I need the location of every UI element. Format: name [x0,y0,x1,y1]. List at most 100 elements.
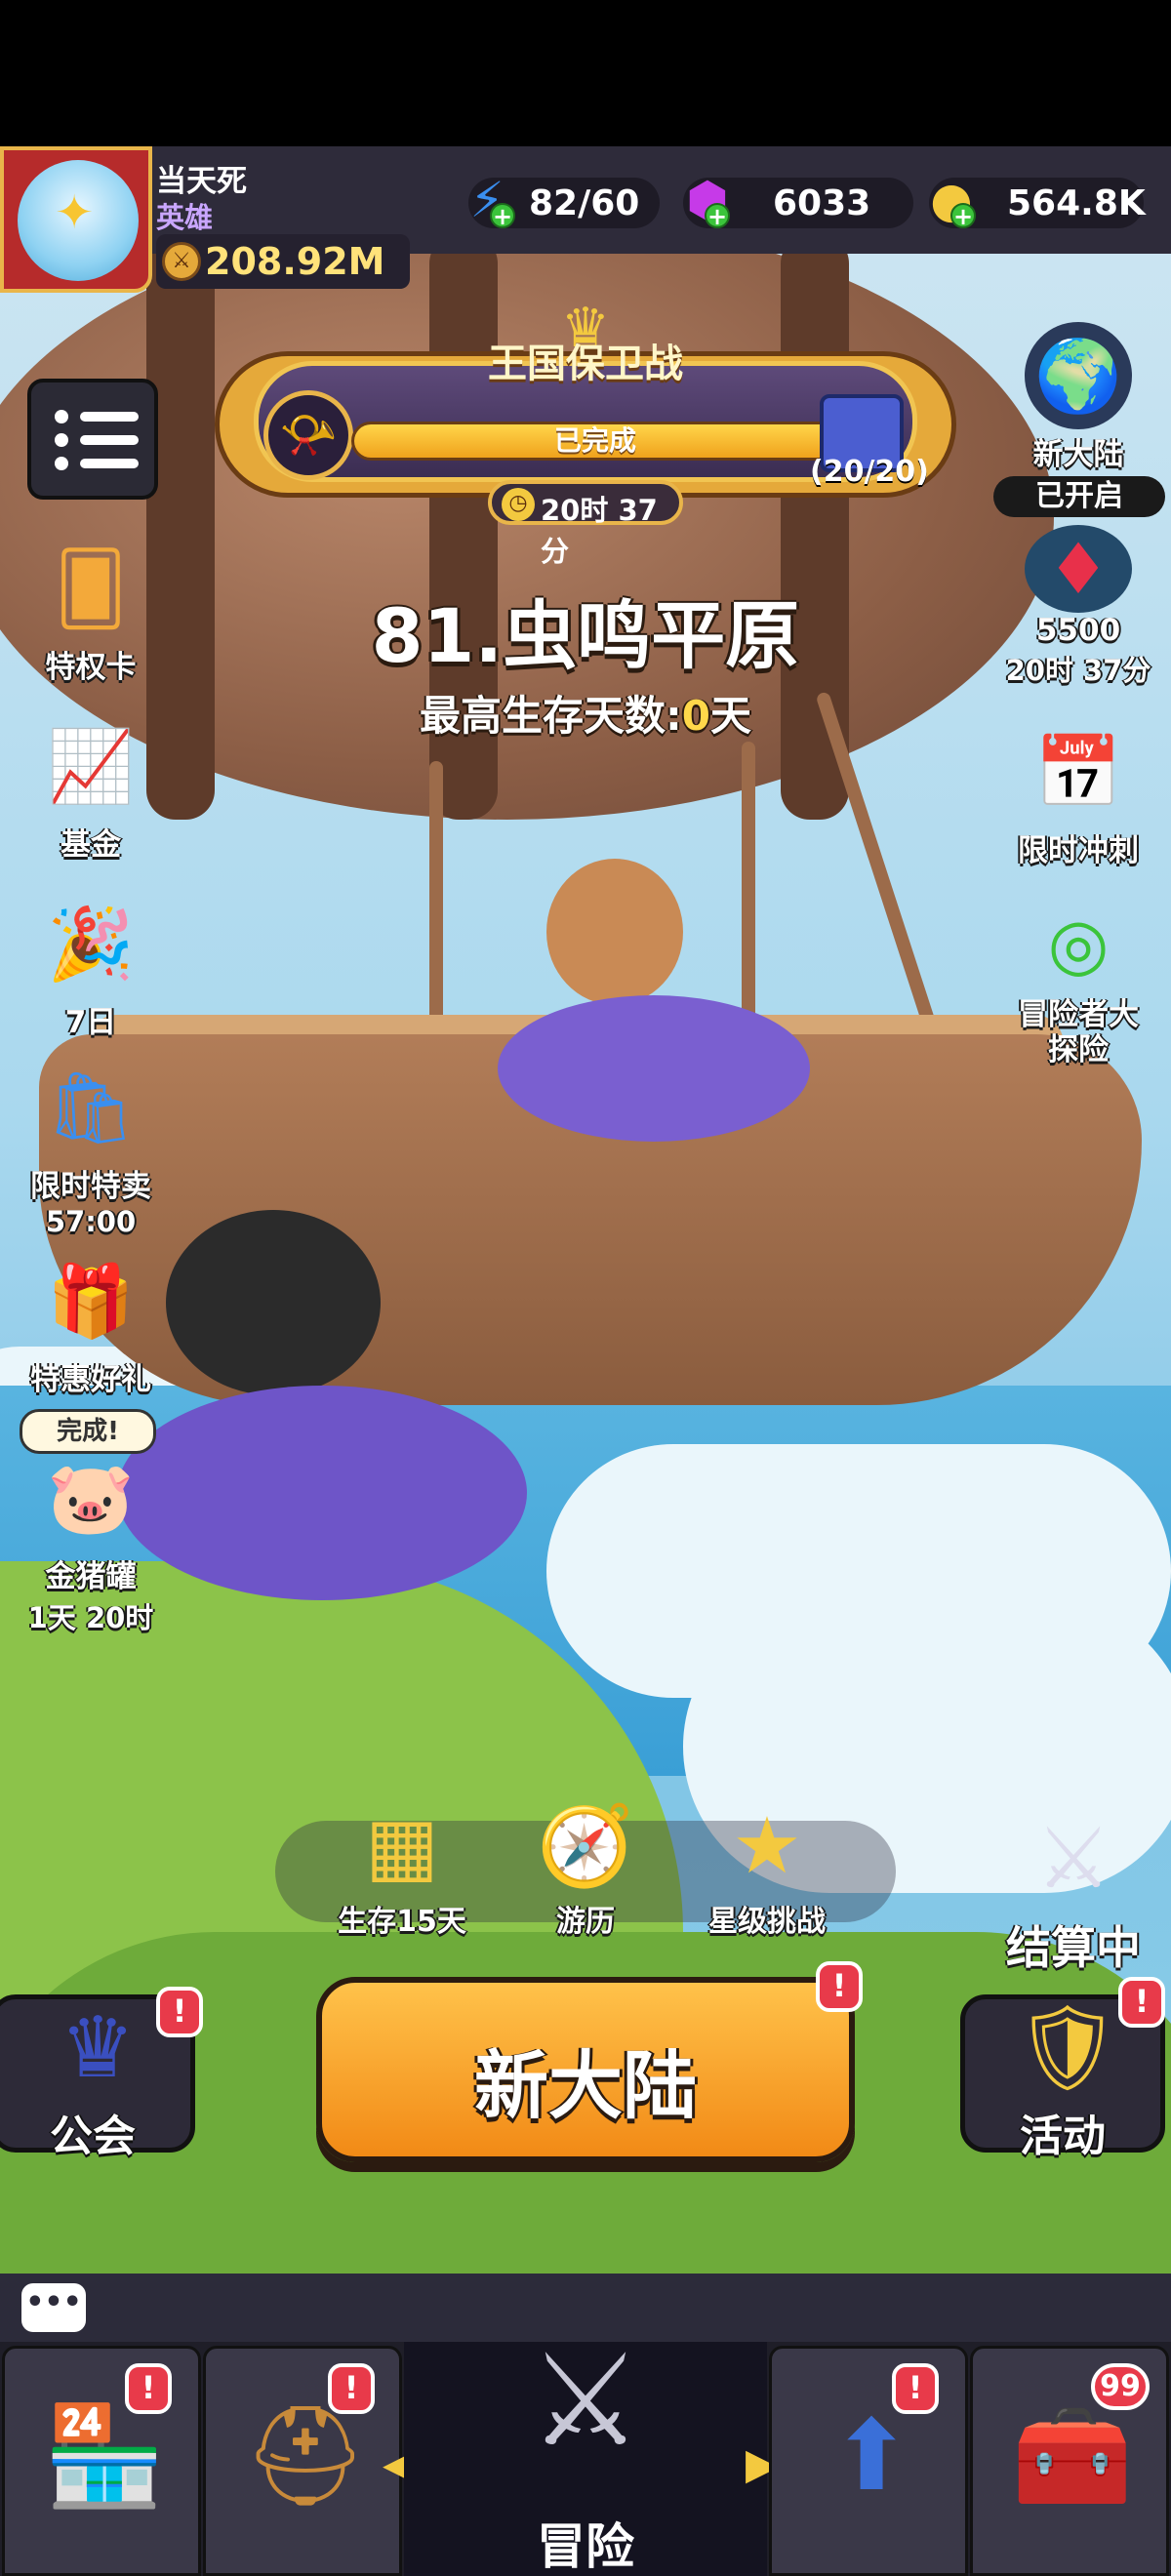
survive-days-value: 0 [681,692,710,740]
crystal-reward-button[interactable]: ♦ 5500 20时 37分 [1005,525,1151,689]
sale-box-icon: 🛍 [46,1067,136,1148]
travel-button[interactable]: 🧭 游历 [498,1795,673,1940]
shield-crown-icon: 🛡 [1014,1999,1121,2097]
limited-sprint-label: 限时冲刺 [1018,833,1139,868]
hero-alert-badge: ! [328,2363,375,2414]
globe-icon: 🌍 [1025,322,1132,429]
gold-pig-label: 金猪罐 [45,1559,137,1594]
crossed-swords-icon: ⚔ [1035,1810,1111,1908]
power-display: ⚔ 208.92M [156,234,410,289]
compass-icon: 🧭 [537,1800,634,1891]
stopwatch-icon: ◷ [502,488,535,521]
event-timer-text: 20时 37分 [541,494,658,568]
gem-resource[interactable]: ⬢ + 6033 [683,172,913,228]
guild-alert-badge: ! [156,1987,203,2037]
add-gold-icon[interactable]: + [950,203,976,228]
crossed-swords-icon: ⚔ [528,2326,643,2475]
activity-label: 活动 [1020,2112,1106,2161]
player-avatar-frame[interactable]: ✦ [0,146,152,293]
chest-icon: ▦ [365,1800,439,1891]
chart-up-icon: 📈 [47,725,135,807]
purple-dragon-mount [117,1386,527,1600]
event-title: 王国保卫战 [488,342,683,386]
stage-name: 81.虫鸣平原 [371,592,800,679]
event-progress-count: (20/20) [810,455,929,489]
limited-sale-timer: 57:00 [45,1205,137,1238]
survive-prefix: 最高生存天数: [419,692,682,740]
menu-button[interactable] [27,379,158,500]
crystal-icon: ♦ [1025,525,1132,613]
player-title: 英雄 [156,201,214,234]
gold-pig-timer: 1天 20时 [27,1601,154,1634]
limited-sprint-button[interactable]: 📅 限时冲刺 [1005,718,1151,869]
seven-day-button[interactable]: 🎉 7日 [18,890,164,1041]
gold-value: 564.8K [1007,183,1146,223]
new-continent-icon-button[interactable]: 🌍 新大陆 [1005,322,1151,473]
guild-crown-icon: ♛ [60,1999,136,2097]
travel-label: 游历 [556,1905,615,1939]
piggy-bank-icon: 🐷 [47,1457,135,1539]
survive-15-days-button[interactable]: ▦ 生存15天 [314,1795,490,1940]
adventurer-explore-button[interactable]: ◎ 冒险者大探险 [1005,890,1151,1067]
new-continent-label: 新大陆 [1032,437,1124,472]
opened-badge: 已开启 [993,476,1165,517]
special-gift-label: 特惠好礼 [30,1362,151,1397]
complete-tag: 完成! [20,1409,156,1454]
best-survival-days: 最高生存天数:0天 [0,683,1171,743]
star-icon: ★ [732,1800,802,1891]
crystal-timer: 20时 37分 [1005,654,1151,687]
settling-label: 结算中 [1006,1921,1141,1974]
adventurer-explore-label: 冒险者大探险 [1018,997,1139,1067]
chat-bubble-icon[interactable]: ••• [21,2283,86,2332]
gift-icon: 🎁 [47,1260,135,1342]
privilege-card-button[interactable]: 🂠 特权卡 [18,535,164,686]
nav-tab-adventure[interactable]: ⚔ 冒险 [404,2326,767,2576]
energy-resource[interactable]: ⚡ + 82/60 [468,172,660,228]
upgrade-alert-badge: ! [892,2363,939,2414]
seven-day-label: 7日 [64,1005,117,1040]
star-icon: ✦ [55,185,95,240]
kingdom-defense-event[interactable]: ♛ 王国保卫战 📯 已完成 (20/20) ◷ 20时 37分 [215,302,956,568]
purple-dragon-mount [498,995,810,1142]
add-gems-icon[interactable]: + [705,203,730,228]
event-progress-bar: 已完成 [351,422,839,461]
fund-button[interactable]: 📈 基金 [18,712,164,864]
treasure-count-badge: 99 [1091,2363,1150,2410]
new-continent-button-label: 新大陆 [474,2042,697,2129]
horn-icon: 📯 [263,390,353,480]
bottom-navigation: 🏪 ! ⛑ ! ◀ ⚔ 冒险 ▶ ⬆ ! 🧰 99 [0,2326,1171,2576]
settling-button[interactable]: ⚔ 结算中 [986,1805,1161,1977]
gold-resource[interactable]: ● + 564.8K [929,172,1146,228]
activity-alert-badge: ! [1118,1977,1165,2028]
calendar-icon: 📅 [1034,731,1122,813]
bear-hero [546,859,683,1005]
star-challenge-button[interactable]: ★ 星级挑战 [679,1795,855,1940]
survive-suffix: 天 [710,692,752,740]
energy-value: 82/60 [529,183,640,223]
new-continent-alert-badge: ! [816,1961,863,2012]
star-challenge-label: 星级挑战 [708,1905,826,1939]
gold-pig-button[interactable]: 完成! 🐷 金猪罐 1天 20时 [18,1409,164,1636]
menu-icon [55,410,68,423]
new-continent-button[interactable]: 新大陆 [316,1977,855,2162]
panda-hero [166,1210,381,1395]
limited-sale-label: 限时特卖 [30,1169,151,1204]
gem-value: 6033 [773,183,871,223]
card-icon: 🂠 [55,547,127,629]
add-energy-icon[interactable]: + [490,203,515,228]
crystal-value: 5500 [1035,613,1121,648]
event-timer: ◷ 20时 37分 [488,480,683,568]
privilege-card-label: 特权卡 [45,650,137,685]
special-gift-button[interactable]: 🎁 特惠好礼 [18,1247,164,1398]
event-status: 已完成 [553,424,636,457]
fund-label: 基金 [61,827,121,863]
survive-15-days-label: 生存15天 [338,1905,466,1939]
sword-icon: ⚔ [162,242,201,281]
player-name: 当天死 [156,164,247,199]
party-popper-icon: 🎉 [47,903,135,985]
compass-wreath-icon: ◎ [1047,903,1110,985]
power-value: 208.92M [205,240,385,283]
limited-sale-button[interactable]: 🛍 限时特卖 57:00 [18,1054,164,1238]
shop-alert-badge: ! [125,2363,172,2414]
guild-label: 公会 [50,2112,136,2161]
